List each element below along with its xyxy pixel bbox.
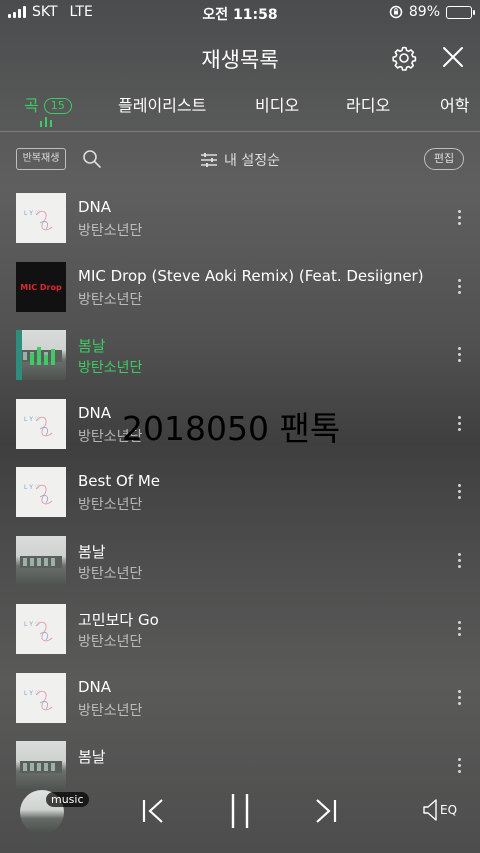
song-artist: 방탄소년단 [78,360,143,376]
eq-label: EQ [440,803,458,817]
status-right: 89% [389,4,475,20]
more-options-icon[interactable] [455,621,463,639]
album-art: L Y ♡ [16,467,66,517]
song-title: 봄날 [78,543,106,561]
now-playing-eq-icon [40,117,52,127]
more-options-icon[interactable] [455,758,463,776]
speaker-icon [423,799,437,821]
edit-button[interactable]: 편집 [424,148,464,170]
song-row[interactable]: 봄날방탄소년단 [0,529,480,597]
pause-icon[interactable] [229,792,251,830]
music-tag: music [46,792,89,807]
album-art: L Y ♡ [16,604,66,654]
tab-songs[interactable]: 곡 15 [24,92,72,116]
playing-eq-icon [30,343,55,365]
overlay-caption: 2018050 팬톡 [122,409,341,448]
song-title: DNA [78,198,112,216]
more-options-icon[interactable] [455,484,463,502]
song-row[interactable]: L Y ♡ 고민보다 Go 방탄소년단 [0,597,480,665]
tab-radio[interactable]: 라디오 [346,92,390,116]
tab-playlist[interactable]: 플레이리스트 [118,92,206,116]
sort-button[interactable]: 내 설정순 [200,150,280,170]
more-options-icon[interactable] [455,416,463,434]
tab-language[interactable]: 어학 [440,92,469,116]
song-title: 봄날 [78,337,106,355]
now-playing-indicator [16,330,22,380]
next-track-icon[interactable] [313,798,339,824]
status-bar: SKT LTE 오전 11:58 89% [0,0,480,26]
song-row[interactable]: 봄날방탄소년단 [0,323,480,391]
song-artist: 방탄소년단 [78,292,143,308]
song-row[interactable]: L Y ♡ DNA 방탄소년단 [0,186,480,254]
album-art [16,536,66,586]
repeat-button[interactable]: 반복재생 [16,148,66,170]
battery-percent: 89% [408,4,440,20]
eq-button[interactable]: EQ [422,798,457,822]
song-artist: 방탄소년단 [78,703,143,719]
album-art: L Y ♡ [16,399,66,449]
tab-bar: 곡 15 플레이리스트 비디오 라디오 어학 [0,88,480,132]
song-title: DNA [78,404,112,422]
tab-label: 곡 [24,96,39,115]
more-options-icon[interactable] [455,347,463,365]
song-title: MIC Drop (Steve Aoki Remix) (Feat. Desii… [78,267,424,285]
tab-video[interactable]: 비디오 [255,92,299,116]
svg-text:MIC Drop: MIC Drop [20,283,62,292]
album-art: L Y ♡ [16,193,66,243]
song-row[interactable]: MIC Drop MIC Drop (Steve Aoki Remix) (Fea… [0,255,480,323]
search-icon[interactable] [82,149,102,169]
song-row[interactable]: L Y ♡ Best Of Me 방탄소년단 [0,460,480,528]
more-options-icon[interactable] [455,279,463,297]
song-title: 봄날 [78,748,106,766]
more-options-icon[interactable] [455,690,463,708]
previous-track-icon[interactable] [140,798,166,824]
list-toolbar: 반복재생 내 설정순 편집 [0,142,480,178]
sort-settings-icon [201,153,217,167]
song-artist: 방탄소년단 [78,566,143,582]
orientation-lock-icon [389,5,403,19]
mini-player: music EQ [0,776,480,853]
gear-icon[interactable] [390,44,418,72]
battery-icon [446,5,475,19]
song-artist: 방탄소년단 [78,497,143,513]
close-icon[interactable] [440,44,466,70]
sort-label: 내 설정순 [224,153,280,169]
album-art: MIC Drop [16,262,66,312]
tabs-divider [0,131,480,132]
album-art: L Y ♡ [16,673,66,723]
song-artist: 방탄소년단 [78,634,143,650]
song-title: 고민보다 Go [78,611,159,629]
song-artist: 방탄소년단 [78,223,143,239]
more-options-icon[interactable] [455,553,463,571]
more-options-icon[interactable] [455,210,463,228]
song-row[interactable]: L Y ♡ DNA 방탄소년단 [0,666,480,734]
song-title: Best Of Me [78,472,161,490]
song-title: DNA [78,678,112,696]
song-count-badge: 15 [43,98,72,114]
header: 재생목록 [0,38,480,78]
